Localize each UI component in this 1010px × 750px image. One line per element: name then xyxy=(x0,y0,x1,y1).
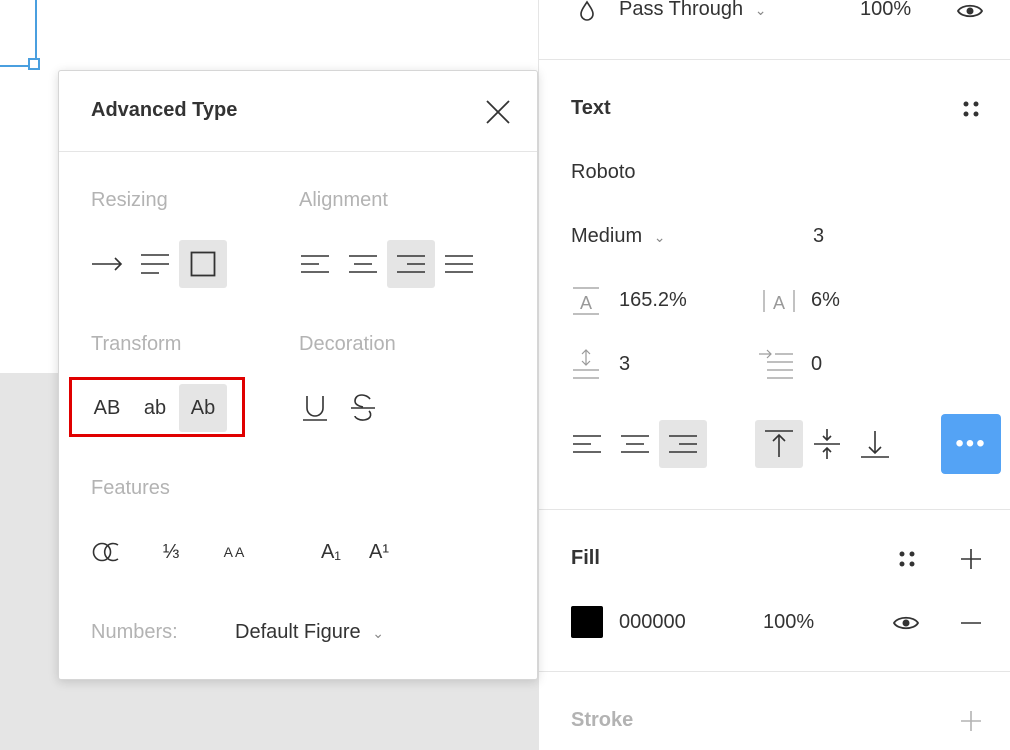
layer-opacity-value[interactable]: 100% xyxy=(860,0,911,21)
selection-edge xyxy=(0,65,28,67)
features-label: Features xyxy=(91,477,170,499)
chevron-down-icon: ⌄ xyxy=(653,229,666,245)
numbers-label: Numbers: xyxy=(91,621,178,643)
font-size-input[interactable]: 3 xyxy=(813,225,824,248)
blend-mode-select[interactable]: Pass Through ⌄ xyxy=(619,0,766,21)
align-justify-icon[interactable] xyxy=(435,240,483,288)
resizing-label: Resizing xyxy=(91,189,168,211)
svg-text:A: A xyxy=(773,293,785,313)
align-left-icon[interactable] xyxy=(563,420,611,468)
fill-color-swatch[interactable] xyxy=(571,606,603,638)
align-top-icon[interactable] xyxy=(755,420,803,468)
paragraph-indent-input[interactable]: 0 xyxy=(811,353,822,376)
small-caps-button[interactable]: AA xyxy=(211,528,259,576)
line-height-input[interactable]: 165.2% xyxy=(619,289,687,312)
chevron-down-icon: ⌄ xyxy=(754,2,767,18)
ligatures-icon[interactable] xyxy=(83,528,131,576)
section-divider xyxy=(539,509,1010,510)
advanced-type-popup: Advanced Type Resizing Alignment Transfo… xyxy=(58,70,538,680)
paragraph-indent-icon xyxy=(757,348,795,380)
stroke-section-title: Stroke xyxy=(571,709,634,731)
auto-width-icon[interactable] xyxy=(83,240,131,288)
font-weight-value: Medium xyxy=(571,225,643,247)
blend-mode-value: Pass Through xyxy=(619,0,744,20)
align-center-icon[interactable] xyxy=(339,240,387,288)
subscript-button[interactable]: A₁ xyxy=(307,528,355,576)
properties-panel: Pass Through ⌄ 100% Text Roboto Medium ⌄… xyxy=(538,0,1010,750)
strikethrough-icon[interactable] xyxy=(339,384,387,432)
section-divider xyxy=(539,671,1010,672)
selection-edge xyxy=(35,0,37,66)
font-family-select[interactable]: Roboto xyxy=(571,161,636,184)
close-icon[interactable] xyxy=(483,97,513,127)
underline-icon[interactable] xyxy=(291,384,339,432)
align-middle-icon[interactable] xyxy=(803,420,851,468)
fill-section-title: Fill xyxy=(571,547,600,569)
styles-grid-icon[interactable] xyxy=(959,97,983,121)
align-center-icon[interactable] xyxy=(611,420,659,468)
fill-opacity-input[interactable]: 100% xyxy=(763,611,814,634)
popup-divider xyxy=(59,151,537,152)
selection-handle[interactable] xyxy=(28,58,40,70)
popup-title: Advanced Type xyxy=(91,99,238,121)
letter-spacing-icon: A xyxy=(761,286,797,316)
transform-highlight xyxy=(69,377,245,437)
align-bottom-icon[interactable] xyxy=(851,420,899,468)
opacity-drop-icon xyxy=(575,0,599,22)
superscript-button[interactable]: A¹ xyxy=(355,528,403,576)
fractions-button[interactable]: ⅓ xyxy=(147,528,195,576)
transform-label: Transform xyxy=(91,333,182,355)
align-right-icon[interactable] xyxy=(659,420,707,468)
fixed-size-icon[interactable] xyxy=(179,240,227,288)
more-dots-icon: ••• xyxy=(955,430,987,457)
numbers-select[interactable]: Default Figure ⌄ xyxy=(235,621,384,644)
paragraph-spacing-input[interactable]: 3 xyxy=(619,353,630,376)
remove-fill-icon[interactable] xyxy=(959,612,983,634)
align-right-icon[interactable] xyxy=(387,240,435,288)
decoration-label: Decoration xyxy=(299,333,396,355)
add-stroke-icon[interactable] xyxy=(959,709,983,733)
letter-spacing-input[interactable]: 6% xyxy=(811,289,840,312)
align-left-icon[interactable] xyxy=(291,240,339,288)
numbers-value: Default Figure xyxy=(235,621,361,643)
section-divider xyxy=(539,59,1010,60)
paragraph-spacing-icon xyxy=(571,348,601,380)
line-height-icon: A xyxy=(571,286,601,316)
fill-hex-input[interactable]: 000000 xyxy=(619,611,686,634)
more-type-options-button[interactable]: ••• xyxy=(941,414,1001,474)
svg-text:A: A xyxy=(580,293,592,313)
text-section-title: Text xyxy=(571,97,611,119)
font-weight-select[interactable]: Medium ⌄ xyxy=(571,225,665,248)
chevron-down-icon: ⌄ xyxy=(372,625,384,641)
auto-height-icon[interactable] xyxy=(131,240,179,288)
eye-icon[interactable] xyxy=(955,0,985,22)
add-fill-icon[interactable] xyxy=(959,547,983,571)
fill-eye-icon[interactable] xyxy=(891,612,921,634)
fill-styles-grid-icon[interactable] xyxy=(895,547,919,571)
alignment-label: Alignment xyxy=(299,189,388,211)
